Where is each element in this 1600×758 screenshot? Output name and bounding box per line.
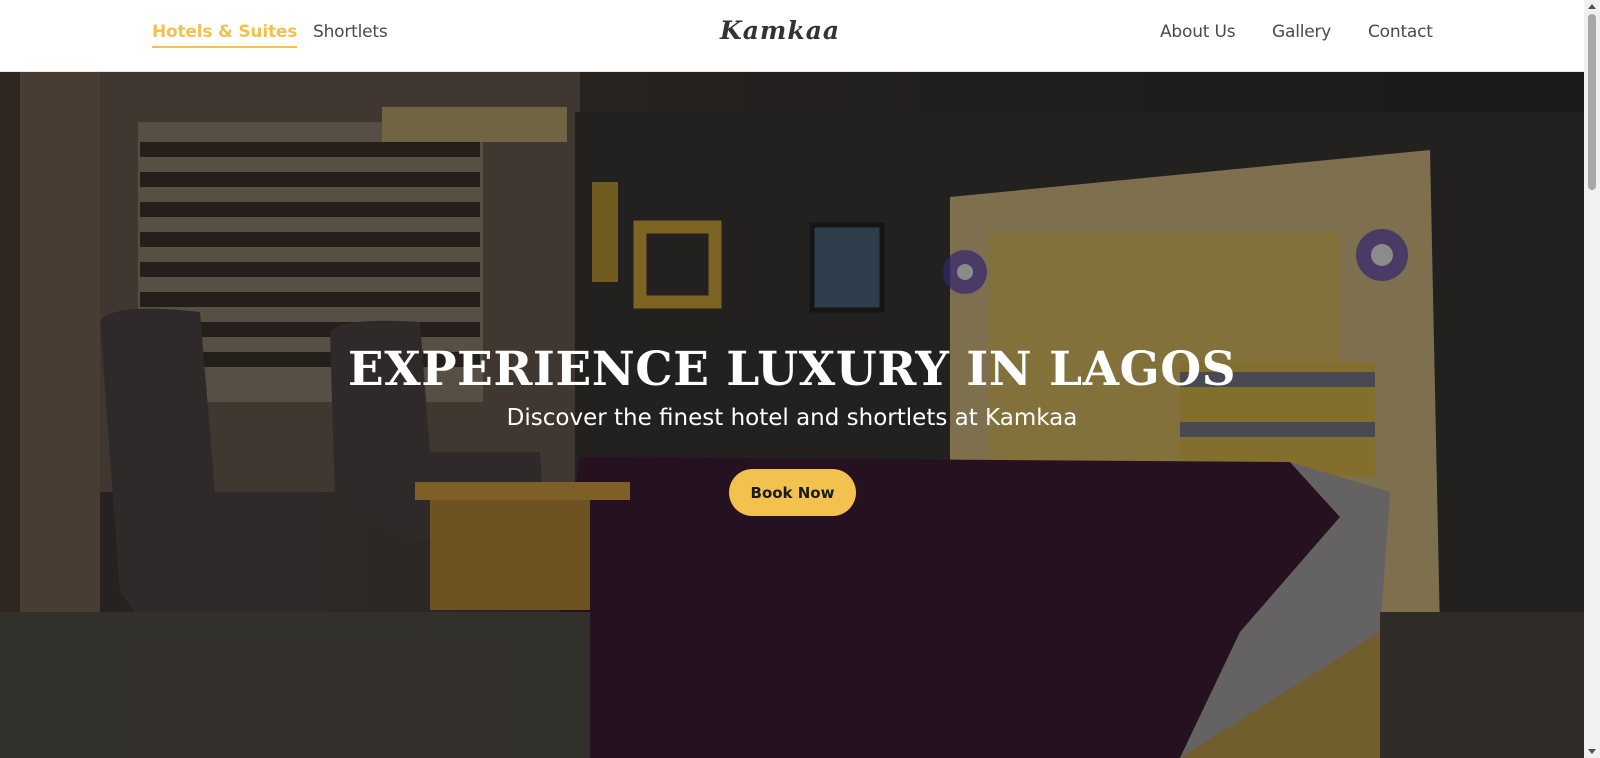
hero-section: EXPERIENCE LUXURY IN LAGOS Discover the … <box>0 72 1584 758</box>
nav-link-gallery[interactable]: Gallery <box>1272 22 1331 42</box>
page-scrollbar[interactable] <box>1584 0 1600 758</box>
scroll-up-arrow-icon[interactable] <box>1588 4 1596 9</box>
nav-link-shortlets[interactable]: Shortlets <box>313 22 388 42</box>
scroll-down-arrow-icon[interactable] <box>1588 749 1596 754</box>
site-logo[interactable]: Kamkaa <box>720 16 840 45</box>
top-navigation: Hotels & Suites Shortlets Kamkaa About U… <box>0 0 1584 72</box>
nav-link-contact[interactable]: Contact <box>1368 22 1433 42</box>
hero-title: EXPERIENCE LUXURY IN LAGOS <box>347 342 1237 397</box>
hero-subtitle: Discover the finest hotel and shortlets … <box>506 405 1078 431</box>
scroll-thumb[interactable] <box>1588 14 1596 190</box>
nav-link-about-us[interactable]: About Us <box>1160 22 1236 42</box>
nav-link-hotels-suites[interactable]: Hotels & Suites <box>152 22 297 48</box>
book-now-button[interactable]: Book Now <box>729 469 856 516</box>
